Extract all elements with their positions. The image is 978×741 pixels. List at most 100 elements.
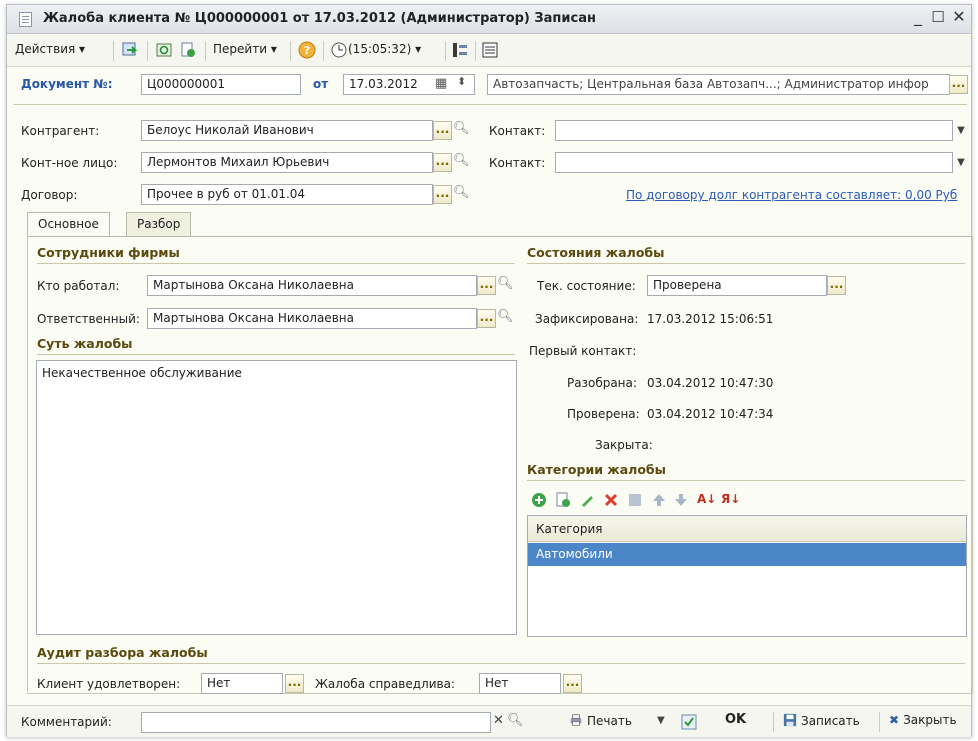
responsible-select-button[interactable]: ... — [477, 309, 496, 328]
categories-table: Категория Автомобили — [527, 515, 967, 637]
close-x-icon: ✖ — [889, 713, 900, 727]
save-icon — [783, 713, 797, 727]
post-close-icon[interactable] — [681, 714, 697, 730]
actions-menu[interactable]: Действия ▾ — [15, 42, 85, 56]
post-icon[interactable] — [121, 41, 139, 59]
satisfied-select-button[interactable]: ... — [285, 674, 304, 693]
column-header-category[interactable]: Категория — [528, 516, 966, 542]
close-button[interactable]: ✖ Закрыть — [889, 713, 957, 727]
worked-select-button[interactable]: ... — [477, 276, 496, 295]
sort-asc-icon[interactable]: A↓ — [697, 492, 716, 506]
contract-search-icon[interactable]: 🔍︎ — [453, 184, 470, 203]
contract-label: Договор: — [21, 188, 78, 202]
first-contact-label: Первый контакт: — [529, 344, 637, 358]
divider — [37, 663, 965, 664]
comment-field[interactable] — [141, 712, 491, 733]
essence-header: Суть жалобы — [37, 336, 133, 351]
fair-label: Жалоба справедлива: — [315, 677, 455, 691]
calendar-icon[interactable]: ▦ — [435, 76, 447, 91]
time-label: (15:05:32) — [348, 42, 412, 56]
parsed-value: 03.04.2012 10:47:30 — [647, 376, 774, 390]
counterparty-search-icon[interactable]: 🔍︎ — [453, 120, 470, 139]
date-spin-icon[interactable]: ⬍ — [457, 75, 466, 88]
goto-menu[interactable]: Перейти ▾ — [213, 42, 277, 56]
clock-icon[interactable] — [330, 41, 348, 59]
copy-icon[interactable] — [179, 41, 197, 59]
divider — [527, 263, 965, 264]
audit-header: Аудит разбора жалобы — [37, 645, 208, 660]
close-icon[interactable]: ✕ — [949, 7, 969, 26]
table-row[interactable]: Автомобили — [528, 543, 966, 566]
title-bar: Жалоба клиента № Ц000000001 от 17.03.201… — [7, 5, 971, 34]
document-icon — [19, 12, 32, 27]
counterparty-label: Контрагент: — [21, 124, 100, 138]
print-button[interactable]: Печать — [569, 713, 632, 728]
move-up-icon[interactable] — [651, 492, 667, 508]
doc-date-label: от — [313, 77, 329, 91]
maximize-icon[interactable]: ☐ — [928, 8, 948, 26]
add-icon[interactable] — [531, 492, 547, 508]
worked-field[interactable]: Мартынова Оксана Николаевна — [147, 275, 477, 296]
separator — [113, 41, 114, 61]
organization-select-button[interactable]: ... — [949, 75, 968, 94]
separator — [205, 41, 206, 61]
counterparty-select-button[interactable]: ... — [433, 121, 452, 140]
fair-select-button[interactable]: ... — [563, 674, 582, 693]
delete-icon[interactable] — [603, 492, 619, 508]
printer-icon — [570, 714, 582, 726]
contact1-field[interactable] — [555, 120, 953, 141]
responsible-field[interactable]: Мартынова Оксана Николаевна — [147, 308, 477, 329]
disabled-action-icon[interactable] — [627, 492, 643, 508]
close-label: Закрыть — [903, 713, 957, 727]
divider — [37, 263, 515, 264]
satisfied-label: Клиент удовлетворен: — [37, 677, 181, 691]
fair-field[interactable]: Нет — [479, 673, 561, 694]
sort-desc-icon[interactable]: Я↓ — [721, 492, 740, 506]
clear-comment-icon[interactable]: ✕ — [493, 713, 504, 728]
help-icon[interactable]: ? — [298, 41, 316, 59]
contact-person-field[interactable]: Лермонтов Михаил Юрьевич — [141, 152, 433, 173]
structure-icon[interactable] — [451, 41, 469, 59]
svg-text:?: ? — [304, 44, 310, 57]
contact-person-select-button[interactable]: ... — [433, 153, 452, 172]
tab-analysis[interactable]: Разбор — [126, 212, 192, 236]
contract-select-button[interactable]: ... — [433, 185, 452, 204]
list-icon[interactable] — [481, 41, 499, 59]
ok-button[interactable]: OK — [725, 712, 746, 727]
contact2-dropdown-icon[interactable]: ▼ — [953, 153, 969, 172]
separator — [879, 712, 880, 732]
contact-person-search-icon[interactable]: 🔍︎ — [453, 152, 470, 171]
doc-number-field[interactable]: Ц000000001 — [141, 74, 301, 95]
copy-row-icon[interactable] — [555, 492, 571, 508]
comment-search-icon[interactable]: 🔍︎ — [507, 712, 524, 731]
current-state-field[interactable]: Проверена — [647, 275, 827, 296]
contract-field[interactable]: Прочее в руб от 01.01.04 — [141, 184, 433, 205]
organization-field[interactable]: Автозапчасть; Центральная база Автозапч.… — [487, 74, 950, 95]
worked-label: Кто работал: — [37, 279, 120, 293]
contact2-field[interactable] — [555, 152, 953, 173]
fixed-value: 17.03.2012 15:06:51 — [647, 312, 774, 326]
save-button[interactable]: Записать — [783, 713, 860, 728]
doc-date-field[interactable]: 17.03.2012 — [343, 74, 475, 95]
actions-label: Действия — [15, 42, 76, 56]
minimize-icon[interactable]: _ — [908, 7, 928, 26]
contact1-dropdown-icon[interactable]: ▼ — [953, 121, 969, 140]
tab-main[interactable]: Основное — [27, 212, 110, 237]
edit-icon[interactable] — [579, 492, 595, 508]
counterparty-field[interactable]: Белоус Николай Иванович — [141, 120, 433, 141]
toolbar: Действия ▾ Перейти ▾ ? (15:05:32) ▾ — [7, 35, 971, 67]
satisfied-field[interactable]: Нет — [201, 673, 283, 694]
worked-search-icon[interactable]: 🔍︎ — [497, 275, 514, 294]
print-dropdown-icon[interactable]: ▼ — [657, 715, 665, 726]
responsible-search-icon[interactable]: 🔍︎ — [497, 308, 514, 327]
contact-person-label: Конт-ное лицо: — [21, 156, 118, 170]
essence-textarea[interactable]: Некачественное обслуживание — [36, 360, 517, 635]
move-down-icon[interactable] — [673, 492, 689, 508]
refresh-icon[interactable] — [155, 41, 173, 59]
responsible-label: Ответственный: — [37, 312, 140, 326]
debt-link[interactable]: По договору долг контрагента составляет:… — [626, 188, 957, 202]
time-menu[interactable]: (15:05:32) ▾ — [348, 42, 421, 56]
current-state-label: Тек. состояние: — [537, 279, 636, 293]
fixed-label: Зафиксирована: — [535, 312, 639, 326]
current-state-select-button[interactable]: ... — [827, 276, 846, 295]
